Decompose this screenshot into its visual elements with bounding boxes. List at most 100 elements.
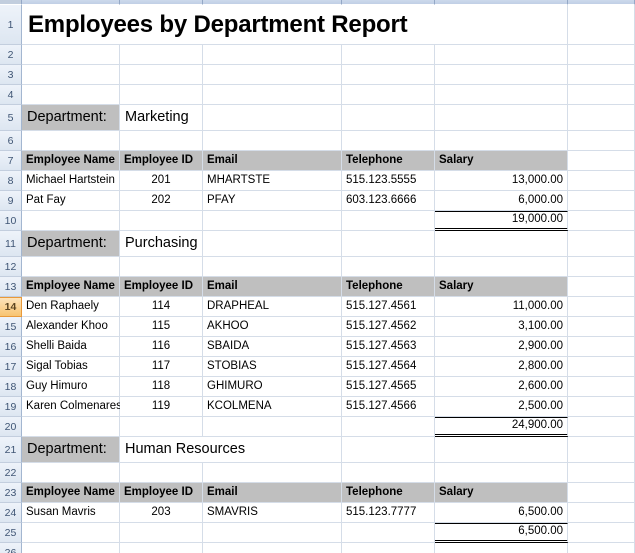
cell[interactable] — [22, 463, 120, 483]
cell-salary[interactable]: 2,500.00 — [435, 397, 568, 417]
cell[interactable] — [342, 85, 435, 105]
row-header-20[interactable]: 20 — [0, 417, 22, 437]
cell-telephone[interactable]: 603.123.6666 — [342, 191, 435, 211]
header-employee-name[interactable]: Employee Name — [22, 151, 120, 171]
cell-telephone[interactable]: 515.127.4561 — [342, 297, 435, 317]
cell-employee-id[interactable]: 114 — [120, 297, 203, 317]
cell[interactable] — [568, 483, 635, 503]
cell[interactable] — [120, 543, 203, 553]
cell-telephone[interactable]: 515.127.4562 — [342, 317, 435, 337]
cell-employee-id[interactable]: 202 — [120, 191, 203, 211]
cell[interactable] — [568, 277, 635, 297]
cell[interactable] — [342, 231, 435, 257]
row-header-14-selected[interactable]: 14 — [0, 297, 22, 317]
cell[interactable] — [203, 543, 342, 553]
cell-salary[interactable]: 3,100.00 — [435, 317, 568, 337]
cell-telephone[interactable]: 515.127.4563 — [342, 337, 435, 357]
cell[interactable] — [435, 257, 568, 277]
row-header-8[interactable]: 8 — [0, 171, 22, 191]
cell[interactable] — [342, 105, 435, 131]
cell[interactable] — [568, 171, 635, 191]
row-header-23[interactable]: 23 — [0, 483, 22, 503]
cell[interactable] — [342, 417, 435, 437]
cell-email[interactable]: SMAVRIS — [203, 503, 342, 523]
header-salary[interactable]: Salary — [435, 151, 568, 171]
cell-salary[interactable]: 2,900.00 — [435, 337, 568, 357]
row-header-6[interactable]: 6 — [0, 131, 22, 151]
row-header-25[interactable]: 25 — [0, 523, 22, 543]
cell-telephone[interactable]: 515.127.4565 — [342, 377, 435, 397]
cell-employee-name[interactable]: Michael Hartstein — [22, 171, 120, 191]
cell[interactable] — [342, 211, 435, 231]
cell-salary[interactable]: 2,600.00 — [435, 377, 568, 397]
cell[interactable] — [342, 45, 435, 65]
row-header-3[interactable]: 3 — [0, 65, 22, 85]
cell[interactable] — [568, 151, 635, 171]
header-employee-id[interactable]: Employee ID — [120, 277, 203, 297]
cell-salary-total[interactable]: 19,000.00 — [435, 211, 568, 231]
cell[interactable] — [568, 257, 635, 277]
cell-telephone[interactable]: 515.123.7777 — [342, 503, 435, 523]
cell[interactable] — [568, 503, 635, 523]
row-header-2[interactable]: 2 — [0, 45, 22, 65]
row-header-24[interactable]: 24 — [0, 503, 22, 523]
cell-employee-id[interactable]: 118 — [120, 377, 203, 397]
row-header-4[interactable]: 4 — [0, 85, 22, 105]
cell[interactable] — [120, 463, 203, 483]
cell[interactable] — [568, 437, 635, 463]
cell[interactable] — [203, 65, 342, 85]
cell[interactable] — [435, 45, 568, 65]
cell[interactable] — [120, 45, 203, 65]
cell[interactable] — [568, 85, 635, 105]
cell[interactable] — [435, 105, 568, 131]
cell[interactable] — [568, 377, 635, 397]
cell[interactable] — [568, 357, 635, 377]
cell-employee-id[interactable]: 117 — [120, 357, 203, 377]
row-header-19[interactable]: 19 — [0, 397, 22, 417]
cell-salary[interactable]: 6,000.00 — [435, 191, 568, 211]
cell[interactable] — [568, 417, 635, 437]
cell[interactable] — [203, 231, 342, 257]
cell-employee-id[interactable]: 119 — [120, 397, 203, 417]
cell-email[interactable]: STOBIAS — [203, 357, 342, 377]
row-header-22[interactable]: 22 — [0, 463, 22, 483]
cell[interactable] — [568, 397, 635, 417]
cell-salary[interactable]: 13,000.00 — [435, 171, 568, 191]
cell[interactable] — [568, 337, 635, 357]
row-header-17[interactable]: 17 — [0, 357, 22, 377]
row-header-11[interactable]: 11 — [0, 231, 22, 257]
cell[interactable] — [568, 317, 635, 337]
department-label-cell[interactable]: Department: — [22, 231, 120, 257]
cell[interactable] — [22, 65, 120, 85]
header-email[interactable]: Email — [203, 483, 342, 503]
cell-email[interactable]: GHIMURO — [203, 377, 342, 397]
row-header-1[interactable]: 1 — [0, 5, 22, 45]
department-name-cell[interactable]: Human Resources — [120, 437, 342, 463]
cell[interactable] — [568, 5, 635, 45]
cell[interactable] — [203, 463, 342, 483]
cell-employee-name[interactable]: Karen Colmenares — [22, 397, 122, 417]
cell[interactable] — [22, 523, 120, 543]
cell-salary-total[interactable]: 6,500.00 — [435, 523, 568, 543]
header-salary[interactable]: Salary — [435, 277, 568, 297]
header-telephone[interactable]: Telephone — [342, 483, 435, 503]
cell[interactable] — [120, 131, 203, 151]
cell[interactable] — [22, 211, 120, 231]
cell[interactable] — [342, 257, 435, 277]
cell-salary[interactable]: 11,000.00 — [435, 297, 568, 317]
cell-email[interactable]: KCOLMENA — [203, 397, 342, 417]
row-header-10[interactable]: 10 — [0, 211, 22, 231]
cell[interactable] — [22, 131, 120, 151]
header-salary[interactable]: Salary — [435, 483, 568, 503]
cell[interactable] — [435, 543, 568, 553]
cell[interactable] — [120, 417, 203, 437]
cell-employee-name[interactable]: Susan Mavris — [22, 503, 120, 523]
cell-email[interactable]: PFAY — [203, 191, 342, 211]
cell-employee-name[interactable]: Alexander Khoo — [22, 317, 120, 337]
cell-telephone[interactable]: 515.127.4564 — [342, 357, 435, 377]
cell[interactable] — [568, 463, 635, 483]
cell[interactable] — [568, 211, 635, 231]
header-employee-id[interactable]: Employee ID — [120, 151, 203, 171]
cell-email[interactable]: DRAPHEAL — [203, 297, 342, 317]
row-header-7[interactable]: 7 — [0, 151, 22, 171]
